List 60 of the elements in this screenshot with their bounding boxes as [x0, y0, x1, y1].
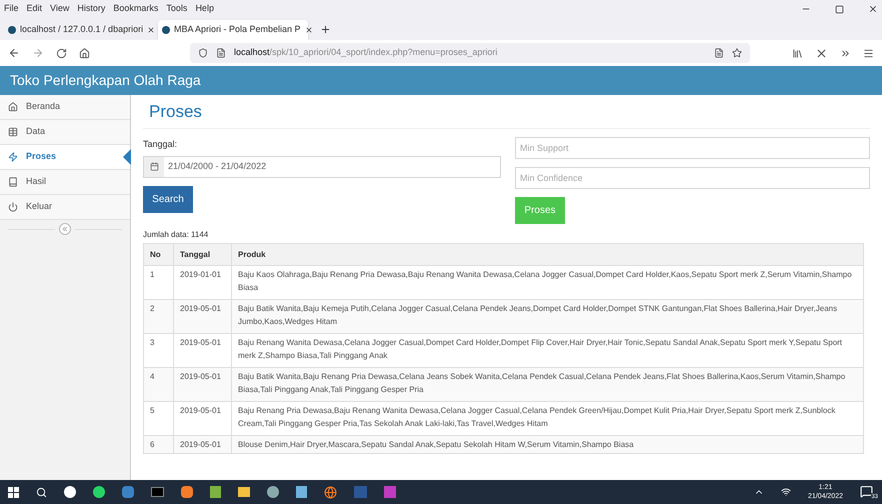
app-icon[interactable]: [64, 486, 76, 498]
date-range-field[interactable]: 21/04/2000 - 21/04/2022: [143, 156, 501, 178]
table-cell: 6: [144, 436, 174, 454]
browser-icon[interactable]: [324, 486, 337, 498]
sidebar-item[interactable]: Proses: [0, 145, 130, 170]
notification-icon[interactable]: [860, 485, 873, 498]
browser-tab[interactable]: localhost / 127.0.0.1 / dbapriori: [4, 20, 154, 40]
address-bar[interactable]: localhost/spk/10_apriori/04_sport/index.php?menu=proses_apriori: [190, 43, 750, 63]
close-icon[interactable]: [147, 26, 156, 34]
app-title: Toko Perlengkapan Olah Raga: [10, 71, 201, 90]
column-header: No: [144, 244, 174, 266]
reader-icon[interactable]: [714, 48, 724, 58]
min-confidence-field[interactable]: Min Confidence: [514, 167, 870, 189]
menu-item[interactable]: Help: [195, 2, 214, 16]
field-label: Tanggal:: [143, 138, 178, 151]
book-icon: [8, 177, 18, 187]
double-chevron-icon: [62, 226, 68, 232]
sidebar-item[interactable]: Data: [0, 120, 130, 145]
home-icon: [8, 102, 18, 112]
library-icon[interactable]: [792, 48, 803, 58]
reload-icon[interactable]: [56, 48, 67, 58]
sidebar-item[interactable]: Keluar: [0, 195, 130, 220]
app-icon[interactable]: [267, 486, 279, 498]
windows-start-icon[interactable]: [8, 486, 19, 498]
site-icon: [162, 26, 170, 34]
menu-item[interactable]: File: [4, 2, 19, 16]
min-support-field[interactable]: Min Support: [514, 137, 870, 159]
menu-item[interactable]: Bookmarks: [113, 2, 158, 16]
shield-icon: [198, 48, 208, 58]
search-button[interactable]: Search: [143, 186, 193, 212]
table-cell: 2019-05-01: [174, 436, 232, 454]
home-icon[interactable]: [79, 48, 90, 58]
new-tab-icon[interactable]: [320, 24, 331, 35]
menu-icon[interactable]: [863, 48, 874, 58]
back-icon[interactable]: [8, 47, 20, 59]
app-icon[interactable]: [93, 486, 105, 498]
table-cell: Blouse Denim,Hair Dryer,Mascara,Sepatu Sandal Anak,Sepatu Sekolah Hitam W,Serum Vitamin,Shampo Biasa: [232, 436, 864, 454]
column-header: Produk: [232, 244, 864, 266]
page-icon: [216, 48, 226, 58]
close-icon[interactable]: [304, 26, 313, 34]
sidebar-item[interactable]: Hasil: [0, 170, 130, 195]
close-icon[interactable]: [868, 4, 878, 14]
menu-item[interactable]: History: [77, 2, 106, 16]
table-icon: [8, 127, 18, 137]
lightning-icon: [8, 152, 18, 162]
network-icon[interactable]: [780, 487, 791, 497]
overflow-icon[interactable]: [840, 48, 851, 58]
collapse-toggle[interactable]: [59, 223, 71, 235]
maximize-icon[interactable]: [835, 4, 844, 14]
menu-item[interactable]: Edit: [26, 2, 42, 16]
power-icon: [8, 202, 18, 212]
search-icon[interactable]: [36, 486, 47, 498]
calendar-icon: [150, 162, 158, 171]
menu-item[interactable]: View: [50, 2, 70, 16]
site-icon: [8, 26, 16, 34]
sidebar-item[interactable]: Beranda: [0, 95, 130, 120]
bookmark-star-icon[interactable]: [732, 48, 742, 58]
data-count: Jumlah data: 1144: [143, 229, 210, 241]
page-title: Proses: [143, 95, 870, 129]
menu-item[interactable]: Tools: [166, 2, 188, 16]
